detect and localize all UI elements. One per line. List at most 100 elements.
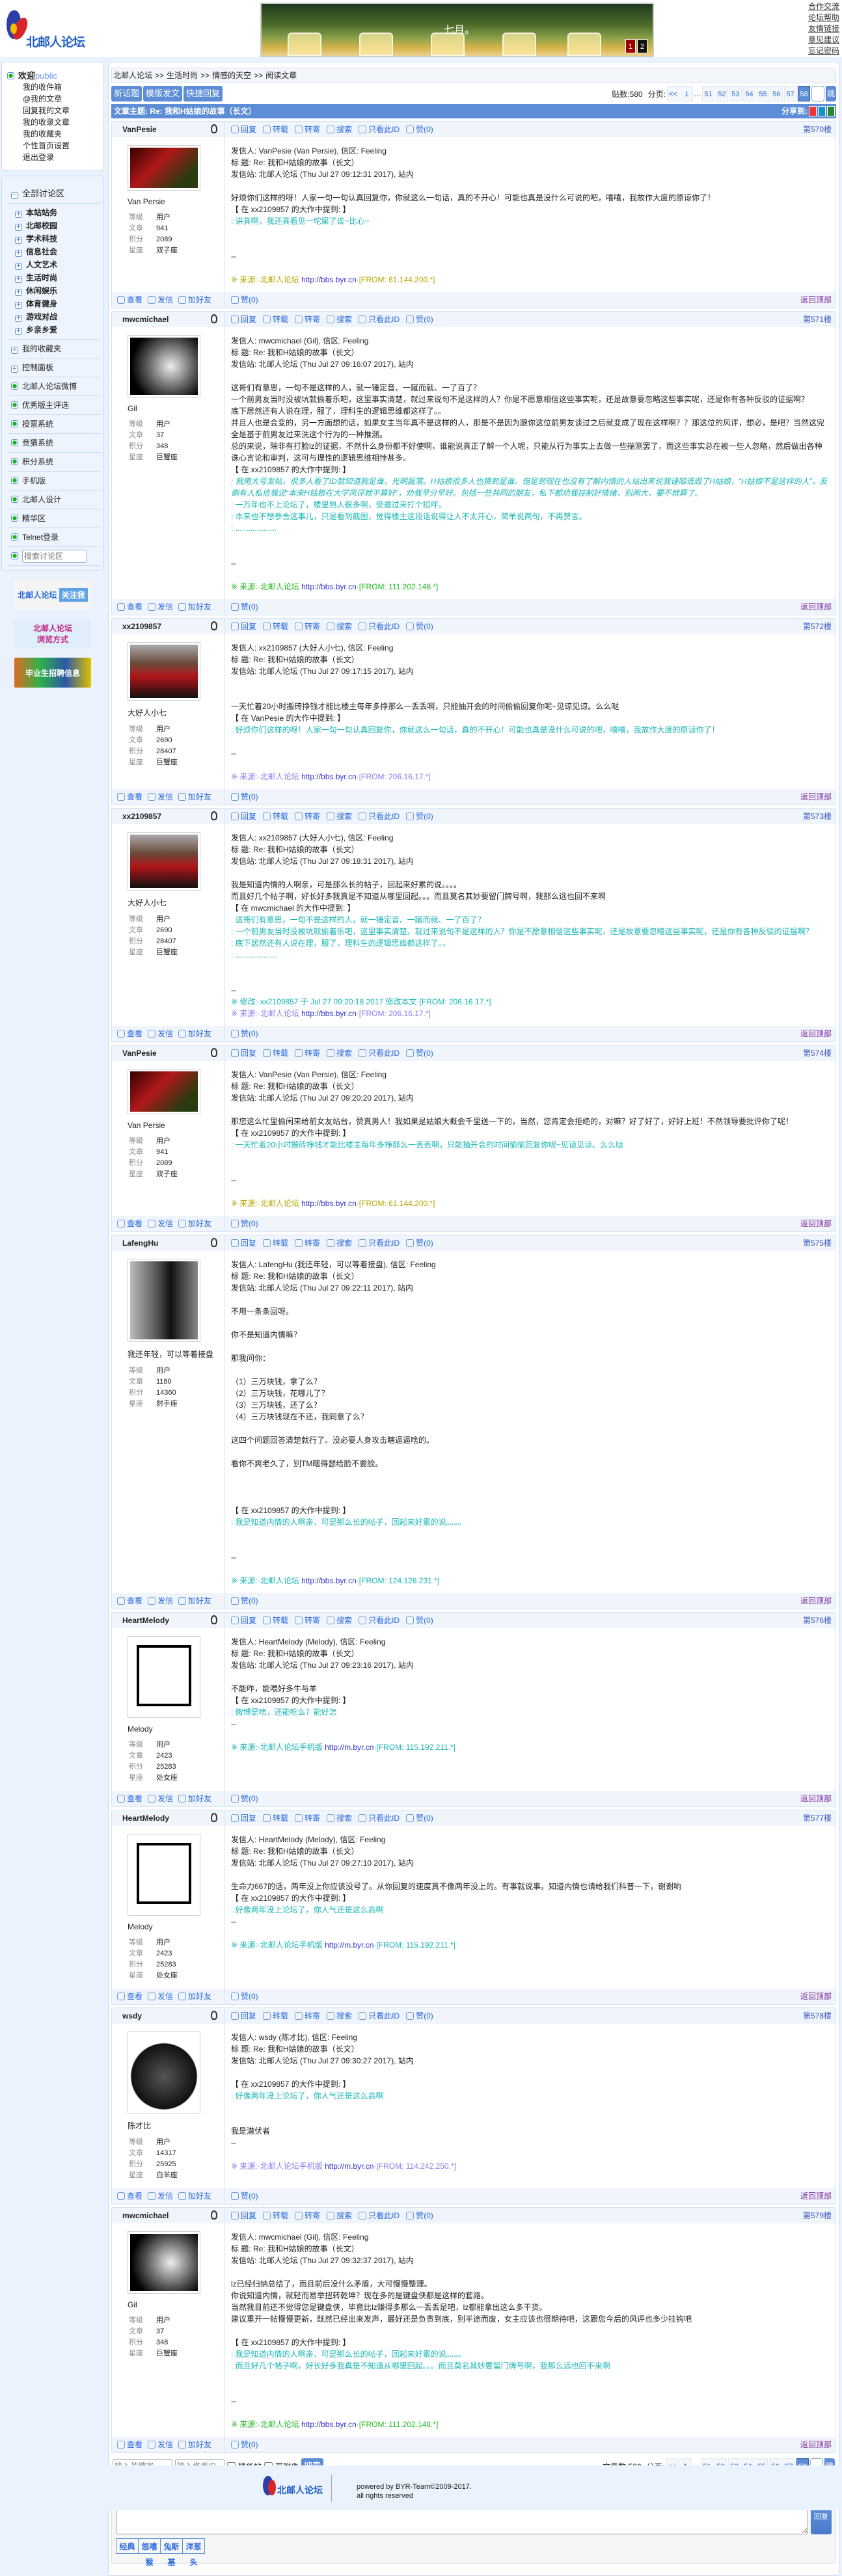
back-to-top-link[interactable]: 返回顶部 — [800, 1593, 835, 1609]
sidebar-item-favorites[interactable]: + 我的收藏夹 — [8, 340, 101, 358]
only-this-id-button[interactable]: 只看此ID — [359, 312, 400, 327]
like-button[interactable]: 赞(0) — [231, 2437, 258, 2452]
avatar[interactable] — [128, 832, 200, 891]
banner-page-1[interactable]: 1 — [625, 39, 636, 53]
repost-button[interactable]: 转载 — [263, 122, 288, 137]
back-to-top-link[interactable]: 返回顶部 — [800, 789, 835, 805]
like-button[interactable]: 赞(0) — [406, 122, 433, 137]
repost-button[interactable]: 转载 — [263, 1045, 288, 1061]
author-id[interactable]: VanPesie — [122, 1049, 157, 1058]
sidebar-board-item[interactable]: + 休闲娱乐 — [8, 284, 101, 297]
banner-carousel[interactable]: 七月。 12 — [260, 3, 654, 57]
like-button[interactable]: 赞(0) — [406, 809, 433, 824]
avatar[interactable] — [128, 2032, 200, 2113]
only-this-id-button[interactable]: 只看此ID — [359, 619, 400, 634]
author-id[interactable]: mwcmichael — [122, 315, 169, 324]
source-link[interactable]: http://bbs.byr.cn — [301, 2420, 357, 2429]
view-profile-button[interactable]: 查看 — [117, 1593, 143, 1609]
repost-button[interactable]: 转载 — [263, 1810, 288, 1826]
repost-button[interactable]: 转载 — [263, 2208, 288, 2223]
send-mail-button[interactable]: 发信 — [148, 292, 173, 308]
reply-button[interactable]: 回复 — [231, 122, 256, 137]
source-link[interactable]: http://m.byr.cn — [325, 1743, 373, 1752]
add-friend-button[interactable]: 加好友 — [178, 1593, 211, 1609]
source-link[interactable]: http://bbs.byr.cn — [301, 582, 357, 591]
page-link[interactable]: 1 — [680, 86, 693, 101]
only-this-id-button[interactable]: 只看此ID — [359, 2208, 400, 2223]
send-mail-button[interactable]: 发信 — [148, 1791, 173, 1806]
sidebar-item[interactable]: 优秀版主评选 — [8, 396, 101, 415]
back-to-top-link[interactable]: 返回顶部 — [800, 1989, 835, 2004]
forward-button[interactable]: 转寄 — [295, 1045, 320, 1061]
add-friend-button[interactable]: 加好友 — [178, 292, 211, 308]
page-jump-button[interactable]: 跳 — [825, 86, 836, 101]
page-link[interactable]: 55 — [756, 86, 769, 101]
only-this-id-button[interactable]: 只看此ID — [359, 122, 400, 137]
like-button[interactable]: 赞(0) — [406, 2208, 433, 2223]
sidebar-item-control-panel[interactable]: + 控制面板 — [8, 358, 101, 377]
search-button[interactable]: 搜索 — [327, 1810, 352, 1826]
search-button[interactable]: 搜索 — [327, 809, 352, 824]
link-help[interactable]: 论坛帮助 — [808, 12, 839, 23]
forward-button[interactable]: 转寄 — [295, 619, 320, 634]
reply-button[interactable]: 回复 — [231, 1613, 256, 1628]
like-button[interactable]: 赞(0) — [406, 619, 433, 634]
username[interactable]: public — [35, 71, 57, 81]
add-friend-button[interactable]: 加好友 — [178, 2188, 211, 2204]
view-profile-button[interactable]: 查看 — [117, 2437, 143, 2452]
avatar[interactable] — [128, 1834, 200, 1916]
source-link[interactable]: http://m.byr.cn — [325, 1940, 373, 1950]
author-id[interactable]: mwcmichael — [122, 2211, 169, 2220]
view-profile-button[interactable]: 查看 — [117, 789, 143, 805]
send-mail-button[interactable]: 发信 — [148, 789, 173, 805]
view-profile-button[interactable]: 查看 — [117, 292, 143, 308]
page-link[interactable]: 51 — [701, 86, 714, 101]
sidebar-item[interactable]: 北邮人论坛微博 — [8, 377, 101, 396]
source-link[interactable]: http://bbs.byr.cn — [301, 1199, 357, 1208]
sidebar-user-link[interactable]: 回复我的文章 — [7, 105, 98, 116]
send-mail-button[interactable]: 发信 — [148, 2437, 173, 2452]
send-mail-button[interactable]: 发信 — [148, 1026, 173, 1041]
author-id[interactable]: LafengHu — [122, 1239, 158, 1248]
send-mail-button[interactable]: 发信 — [148, 1989, 173, 2004]
sidebar-board-item[interactable]: + 体育健身 — [8, 297, 101, 310]
search-button[interactable]: 搜索 — [327, 312, 352, 327]
forward-button[interactable]: 转寄 — [295, 809, 320, 824]
like-button[interactable]: 赞(0) — [231, 292, 258, 308]
only-this-id-button[interactable]: 只看此ID — [359, 1810, 400, 1826]
search-button[interactable]: 搜索 — [327, 619, 352, 634]
source-link[interactable]: http://bbs.byr.cn — [301, 1009, 357, 1018]
sidebar-board-item[interactable]: + 乡亲乡爱 — [8, 323, 101, 336]
page-link[interactable]: 52 — [715, 86, 728, 101]
avatar[interactable] — [128, 2231, 200, 2294]
back-to-top-link[interactable]: 返回顶部 — [800, 599, 835, 615]
all-boards-toggle[interactable]: − 全部讨论区 — [8, 187, 101, 204]
sidebar-user-link[interactable]: 我的收件箱 — [7, 81, 98, 93]
forward-button[interactable]: 转寄 — [295, 312, 320, 327]
emoji-tab-monkey[interactable]: 悠嘻猴 — [138, 2538, 161, 2567]
sidebar-board-item[interactable]: + 人文艺术 — [8, 258, 101, 271]
only-this-id-button[interactable]: 只看此ID — [359, 809, 400, 824]
link-forgot-password[interactable]: 忘记密码 — [808, 46, 839, 57]
sidebar-user-link[interactable]: 我的收藏夹 — [7, 128, 98, 140]
sidebar-board-item[interactable]: + 生活时尚 — [8, 271, 101, 284]
author-id[interactable]: HeartMelody — [122, 1814, 169, 1823]
like-button[interactable]: 赞(0) — [231, 1216, 258, 1231]
like-button[interactable]: 赞(0) — [231, 789, 258, 805]
sidebar-item[interactable]: 北邮人设计 — [8, 490, 101, 509]
sidebar-item[interactable]: 手机版 — [8, 472, 101, 490]
add-friend-button[interactable]: 加好友 — [178, 1989, 211, 2004]
search-button[interactable]: 搜索 — [327, 2008, 352, 2024]
sidebar-board-item[interactable]: + 游戏对战 — [8, 310, 101, 323]
page-link[interactable]: 57 — [783, 86, 796, 101]
send-mail-button[interactable]: 发信 — [148, 2188, 173, 2204]
forward-button[interactable]: 转寄 — [295, 122, 320, 137]
avatar[interactable] — [128, 1069, 200, 1114]
weibo-share-icon[interactable] — [809, 106, 817, 116]
douban-share-icon[interactable] — [827, 106, 835, 116]
page-link[interactable]: 56 — [770, 86, 783, 101]
add-friend-button[interactable]: 加好友 — [178, 1026, 211, 1041]
repost-button[interactable]: 转载 — [263, 809, 288, 824]
search-button[interactable]: 搜索 — [327, 1613, 352, 1628]
view-profile-button[interactable]: 查看 — [117, 1216, 143, 1231]
